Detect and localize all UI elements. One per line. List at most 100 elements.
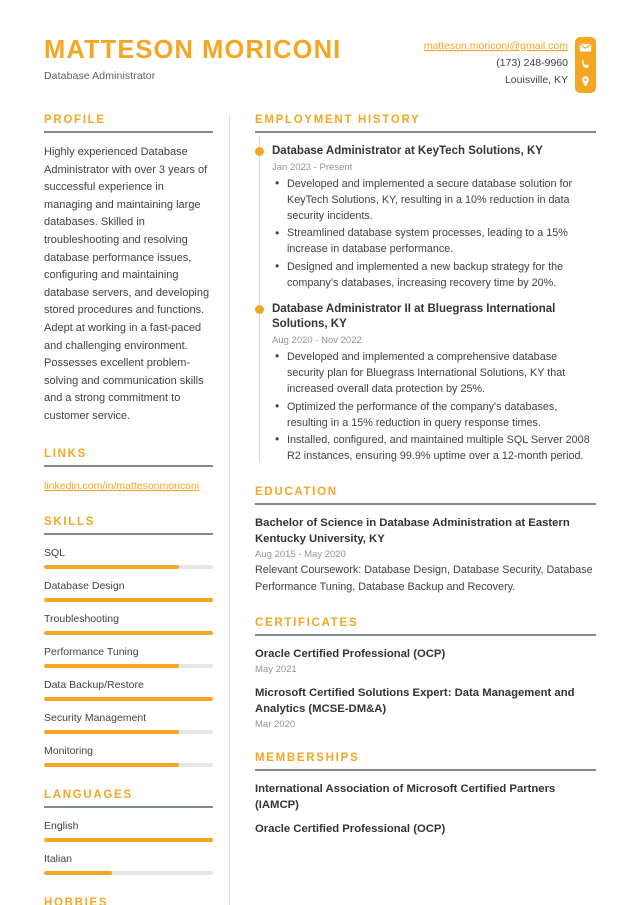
skill-label: Troubleshooting — [44, 612, 119, 625]
education-entry: Bachelor of Science in Database Administ… — [255, 516, 596, 594]
certificate-entry: Oracle Certified Professional (OCP) May … — [255, 647, 596, 676]
section-hobbies: HOBBIES — [44, 897, 213, 905]
skill-label: Monitoring — [44, 744, 94, 757]
section-profile: PROFILE Highly experienced Database Admi… — [44, 114, 213, 426]
identity-block: MATTESON MORICONI Database Administrator — [44, 32, 341, 82]
section-title-links: LINKS — [44, 447, 87, 460]
skill-item: Security Management — [44, 711, 213, 734]
language-label: Italian — [44, 852, 73, 865]
skill-item: Performance Tuning — [44, 645, 213, 668]
section-title-profile: PROFILE — [44, 114, 106, 126]
education-date: Aug 2015 - May 2020 — [255, 549, 346, 561]
skill-bar-track — [44, 729, 213, 734]
skill-label: Data Backup/Restore — [44, 678, 144, 691]
membership-item: International Association of Microsoft C… — [255, 783, 556, 811]
contact-block: matteson.moriconi@gmail.com (173) 248-99… — [424, 32, 596, 93]
section-title-languages: LANGUAGES — [44, 788, 133, 801]
contact-email[interactable]: matteson.moriconi@gmail.com — [424, 38, 568, 55]
language-bar-track — [44, 837, 213, 842]
skill-bar-fill — [44, 564, 180, 569]
section-education: EDUCATION Bachelor of Science in Databas… — [255, 486, 596, 594]
skill-label: Security Management — [44, 711, 147, 724]
section-title-education: EDUCATION — [255, 486, 338, 499]
skill-bar-track — [44, 597, 213, 602]
language-item: English — [44, 819, 213, 842]
certificate-date: Mar 2020 — [255, 719, 296, 731]
skill-bar-track — [44, 696, 213, 701]
certificate-title: Microsoft Certified Solutions Expert: Da… — [255, 687, 575, 715]
job-title: Database Administrator II at Bluegrass I… — [272, 302, 556, 331]
job-bullet: Streamlined database system processes, l… — [272, 225, 596, 257]
skill-bar-track — [44, 663, 213, 668]
job-entry: Database Administrator at KeyTech Soluti… — [255, 144, 596, 291]
section-rule — [255, 633, 596, 636]
membership-item: Oracle Certified Professional (OCP) — [255, 823, 446, 836]
section-languages: LANGUAGES English Italian — [44, 789, 213, 875]
section-rule — [44, 805, 213, 808]
resume-body: PROFILE Highly experienced Database Admi… — [44, 114, 596, 905]
skill-bar-fill — [44, 696, 213, 701]
section-title-certificates: CERTIFICATES — [255, 616, 359, 629]
section-title-skills: SKILLS — [44, 515, 96, 528]
skill-label: SQL — [44, 546, 66, 559]
section-certificates: CERTIFICATES Oracle Certified Profession… — [255, 616, 596, 730]
certificate-title: Oracle Certified Professional (OCP) — [255, 647, 446, 660]
candidate-job-title: Database Administrator — [44, 69, 156, 82]
section-employment-history: EMPLOYMENT HISTORY Database Administrato… — [255, 114, 596, 464]
section-rule — [44, 131, 213, 133]
certificate-entry: Microsoft Certified Solutions Expert: Da… — [255, 686, 596, 730]
section-rule — [255, 503, 596, 506]
timeline-dot-icon — [255, 147, 264, 156]
education-description: Relevant Coursework: Database Design, Da… — [255, 564, 593, 593]
skill-bar-fill — [44, 762, 180, 767]
section-skills: SKILLS SQL Database Design Troubleshooti… — [44, 516, 213, 767]
section-memberships: MEMBERSHIPS International Association of… — [255, 752, 596, 838]
skill-item: Monitoring — [44, 744, 213, 767]
location-pin-icon — [579, 75, 592, 88]
section-title-employment: EMPLOYMENT HISTORY — [255, 114, 421, 126]
job-date: Aug 2020 - Nov 2022 — [272, 334, 362, 346]
job-entry: Database Administrator II at Bluegrass I… — [255, 302, 596, 464]
skill-bar-track — [44, 564, 213, 569]
skill-item: SQL — [44, 546, 213, 569]
language-item: Italian — [44, 852, 213, 875]
job-bullet: Optimized the performance of the company… — [272, 398, 596, 431]
section-rule — [44, 532, 213, 535]
job-date: Jan 2023 - Present — [272, 161, 353, 173]
section-rule — [255, 769, 596, 772]
contact-location: Louisville, KY — [504, 74, 568, 86]
language-label: English — [44, 819, 79, 832]
job-bullet: Developed and implemented a secure datab… — [272, 175, 596, 225]
job-bullet-list: Developed and implemented a secure datab… — [272, 175, 596, 291]
skill-label: Performance Tuning — [44, 645, 139, 658]
employment-timeline: Database Administrator at KeyTech Soluti… — [255, 135, 596, 464]
contact-lines: matteson.moriconi@gmail.com (173) 248-99… — [424, 37, 568, 89]
resume-page: MATTESON MORICONI Database Administrator… — [0, 0, 640, 905]
resume-header: MATTESON MORICONI Database Administrator… — [44, 32, 596, 94]
job-title: Database Administrator at KeyTech Soluti… — [272, 145, 543, 157]
job-bullet: Designed and implemented a new backup st… — [272, 258, 596, 291]
education-title: Bachelor of Science in Database Administ… — [255, 517, 570, 545]
right-column: EMPLOYMENT HISTORY Database Administrato… — [230, 114, 596, 905]
skill-item: Database Design — [44, 579, 213, 602]
skill-bar-fill — [44, 597, 213, 602]
skill-bar-fill — [44, 729, 180, 734]
contact-icon-bar — [575, 37, 596, 93]
certificate-date: May 2021 — [255, 664, 297, 676]
language-bar-fill — [44, 837, 213, 842]
section-rule — [255, 131, 596, 133]
job-bullet: Installed, configured, and maintained mu… — [272, 431, 596, 464]
skill-bar-fill — [44, 663, 180, 668]
skill-bar-fill — [44, 630, 213, 635]
section-rule — [44, 464, 213, 467]
profile-text: Highly experienced Database Administrato… — [44, 146, 210, 422]
skill-item: Troubleshooting — [44, 612, 213, 635]
section-title-memberships: MEMBERSHIPS — [255, 752, 360, 765]
contact-phone: (173) 248-9960 — [496, 57, 568, 69]
section-title-hobbies: HOBBIES — [44, 896, 109, 905]
skill-label: Database Design — [44, 579, 125, 592]
link-item-linkedin[interactable]: linkedin.com/in/mattesonmoriconi — [44, 478, 213, 494]
candidate-name: MATTESON MORICONI — [44, 36, 342, 64]
language-bar-track — [44, 870, 213, 875]
timeline-dot-icon — [255, 304, 264, 314]
